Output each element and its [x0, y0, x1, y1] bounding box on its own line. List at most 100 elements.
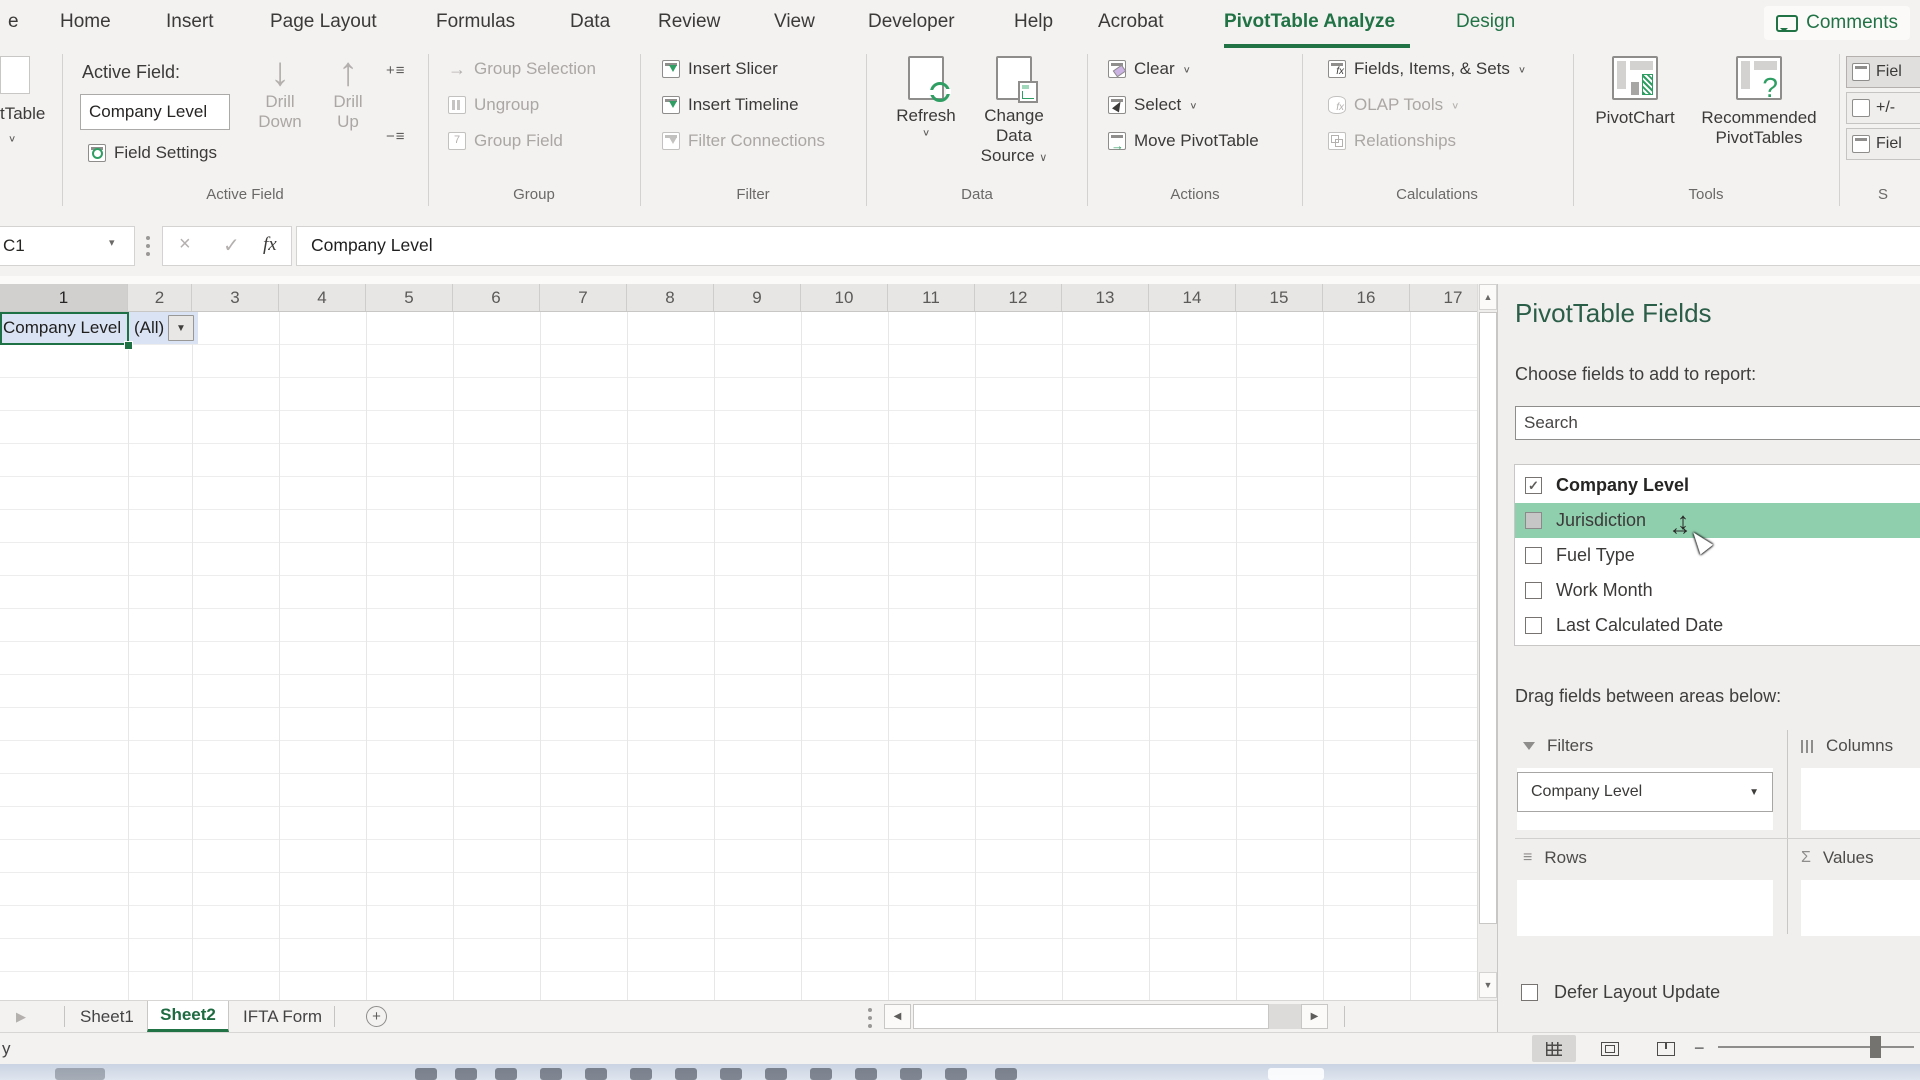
filter-connections-button[interactable]: Filter Connections [662, 128, 825, 154]
tab-data[interactable]: Data [570, 11, 610, 33]
field-settings-button[interactable]: Field Settings [88, 140, 217, 166]
taskbar-item[interactable] [415, 1068, 437, 1080]
column-header[interactable]: 9 [714, 284, 801, 311]
chevron-down-icon[interactable]: ∨ [8, 133, 16, 143]
tab-insert[interactable]: Insert [166, 11, 214, 33]
insert-function-icon[interactable]: fx [263, 234, 277, 256]
field-row-jurisdiction[interactable]: Jurisdiction [1515, 503, 1920, 538]
taskbar-item[interactable] [720, 1068, 742, 1080]
group-field-button[interactable]: Group Field [448, 128, 563, 154]
field-row-last-calculated-date[interactable]: Last Calculated Date [1515, 608, 1920, 643]
sheet-tab-sheet1[interactable]: Sheet1 [66, 1001, 148, 1032]
chip-dropdown-icon[interactable]: ▼ [1749, 787, 1759, 798]
formula-input[interactable]: Company Level [296, 226, 1920, 266]
tab-view[interactable]: View [774, 11, 815, 33]
column-header[interactable]: 8 [627, 284, 714, 311]
field-row-fuel-type[interactable]: Fuel Type [1515, 538, 1920, 573]
drill-down-button[interactable]: ↓ Drill Down [252, 52, 308, 132]
pivot-filter-dropdown-button[interactable]: ▼ [168, 315, 194, 341]
taskbar-item[interactable] [1268, 1068, 1324, 1080]
cancel-icon[interactable]: × [179, 233, 191, 256]
values-drop-area[interactable] [1801, 880, 1920, 936]
taskbar-item[interactable] [540, 1068, 562, 1080]
checkbox-checked[interactable]: ✓ [1525, 477, 1542, 494]
column-header[interactable]: 14 [1149, 284, 1236, 311]
drill-up-button[interactable]: ↑ Drill Up [320, 52, 376, 132]
sheet-nav-icon[interactable]: ▶ [16, 1009, 26, 1025]
insert-slicer-button[interactable]: Insert Slicer [662, 56, 778, 82]
group-selection-button[interactable]: → Group Selection [448, 56, 596, 82]
sheet-tab-sheet2[interactable]: Sheet2 [147, 1001, 229, 1032]
taskbar-item[interactable] [995, 1068, 1017, 1080]
change-data-source-button[interactable]: Change Data Source ∨ [964, 56, 1064, 166]
column-header[interactable]: 2 [128, 284, 192, 311]
horizontal-scroll-thumb[interactable] [913, 1004, 1269, 1029]
scroll-left-button[interactable]: ◀ [884, 1004, 911, 1029]
field-row-company-level[interactable]: ✓ Company Level [1515, 468, 1920, 503]
taskbar-item[interactable] [630, 1068, 652, 1080]
relationships-button[interactable]: Relationships [1328, 128, 1456, 154]
clear-button[interactable]: Clear ∨ [1108, 56, 1191, 82]
zoom-slider-track[interactable] [1718, 1046, 1914, 1048]
column-header[interactable]: 4 [279, 284, 366, 311]
defer-checkbox[interactable] [1521, 984, 1538, 1001]
checkbox[interactable] [1525, 617, 1542, 634]
column-header[interactable]: 12 [975, 284, 1062, 311]
tab-design[interactable]: Design [1456, 11, 1515, 33]
plus-minus-buttons-button[interactable]: +/- [1846, 92, 1920, 124]
column-header[interactable]: 7 [540, 284, 627, 311]
vertical-scroll-thumb[interactable] [1479, 312, 1497, 924]
tab-pivottable-analyze[interactable]: PivotTable Analyze [1224, 11, 1395, 33]
insert-timeline-button[interactable]: Insert Timeline [662, 92, 799, 118]
formula-bar-handle[interactable] [146, 236, 150, 240]
tab-file-clipped[interactable]: e [8, 11, 19, 33]
taskbar-item[interactable] [945, 1068, 967, 1080]
pivotchart-button[interactable]: PivotChart [1590, 56, 1680, 128]
scroll-down-button[interactable]: ▼ [1479, 972, 1497, 998]
olap-tools-button[interactable]: OLAP Tools ∨ [1328, 92, 1459, 118]
column-header[interactable]: 6 [453, 284, 540, 311]
scroll-right-button[interactable]: ▶ [1301, 1004, 1328, 1029]
tab-formulas[interactable]: Formulas [436, 11, 515, 33]
rows-drop-area[interactable] [1517, 880, 1773, 936]
expand-field-button[interactable]: +≡ [386, 62, 406, 79]
view-normal-button[interactable] [1532, 1035, 1576, 1062]
column-header[interactable]: 13 [1062, 284, 1149, 311]
column-header[interactable]: 5 [366, 284, 453, 311]
zoom-slider-thumb[interactable] [1870, 1036, 1881, 1058]
pivottable-options-icon[interactable] [0, 56, 30, 94]
new-sheet-button[interactable]: + [366, 1006, 387, 1027]
horizontal-scroll-track[interactable] [1269, 1004, 1301, 1029]
view-page-layout-button[interactable] [1588, 1035, 1632, 1062]
column-header[interactable]: 15 [1236, 284, 1323, 311]
select-button[interactable]: Select ∨ [1108, 92, 1197, 118]
taskbar-item[interactable] [765, 1068, 787, 1080]
recommended-pivottables-button[interactable]: ? Recommended PivotTables [1684, 56, 1834, 148]
checkbox-hover[interactable] [1525, 512, 1542, 529]
scroll-up-button[interactable]: ▲ [1479, 284, 1497, 310]
tab-review[interactable]: Review [658, 11, 720, 33]
taskbar-item[interactable] [495, 1068, 517, 1080]
tab-page-layout[interactable]: Page Layout [270, 11, 377, 33]
columns-drop-area[interactable] [1801, 768, 1920, 830]
tab-acrobat[interactable]: Acrobat [1098, 11, 1163, 33]
tab-home[interactable]: Home [60, 11, 111, 33]
name-box[interactable]: C1 ▾ [0, 226, 135, 266]
search-input[interactable] [1515, 406, 1920, 440]
column-header[interactable]: 17 [1410, 284, 1477, 311]
checkbox[interactable] [1525, 547, 1542, 564]
taskbar-item[interactable] [675, 1068, 697, 1080]
field-list-button[interactable]: Fiel [1846, 56, 1920, 88]
zoom-out-icon[interactable]: − [1694, 1038, 1705, 1059]
fill-handle[interactable] [124, 341, 133, 350]
column-header[interactable]: 11 [888, 284, 975, 311]
vertical-scrollbar[interactable]: ▲ ▼ [1477, 284, 1497, 1000]
taskbar-item[interactable] [900, 1068, 922, 1080]
scrollbar-resize-handle[interactable] [868, 1008, 872, 1012]
comments-button[interactable]: Comments [1764, 6, 1910, 40]
taskbar-item[interactable] [810, 1068, 832, 1080]
ungroup-button[interactable]: Ungroup [448, 92, 539, 118]
pivottable-group-clipped-label[interactable]: tTable [0, 104, 45, 124]
refresh-button[interactable]: Refresh ∨ [896, 56, 956, 139]
taskbar-item[interactable] [585, 1068, 607, 1080]
